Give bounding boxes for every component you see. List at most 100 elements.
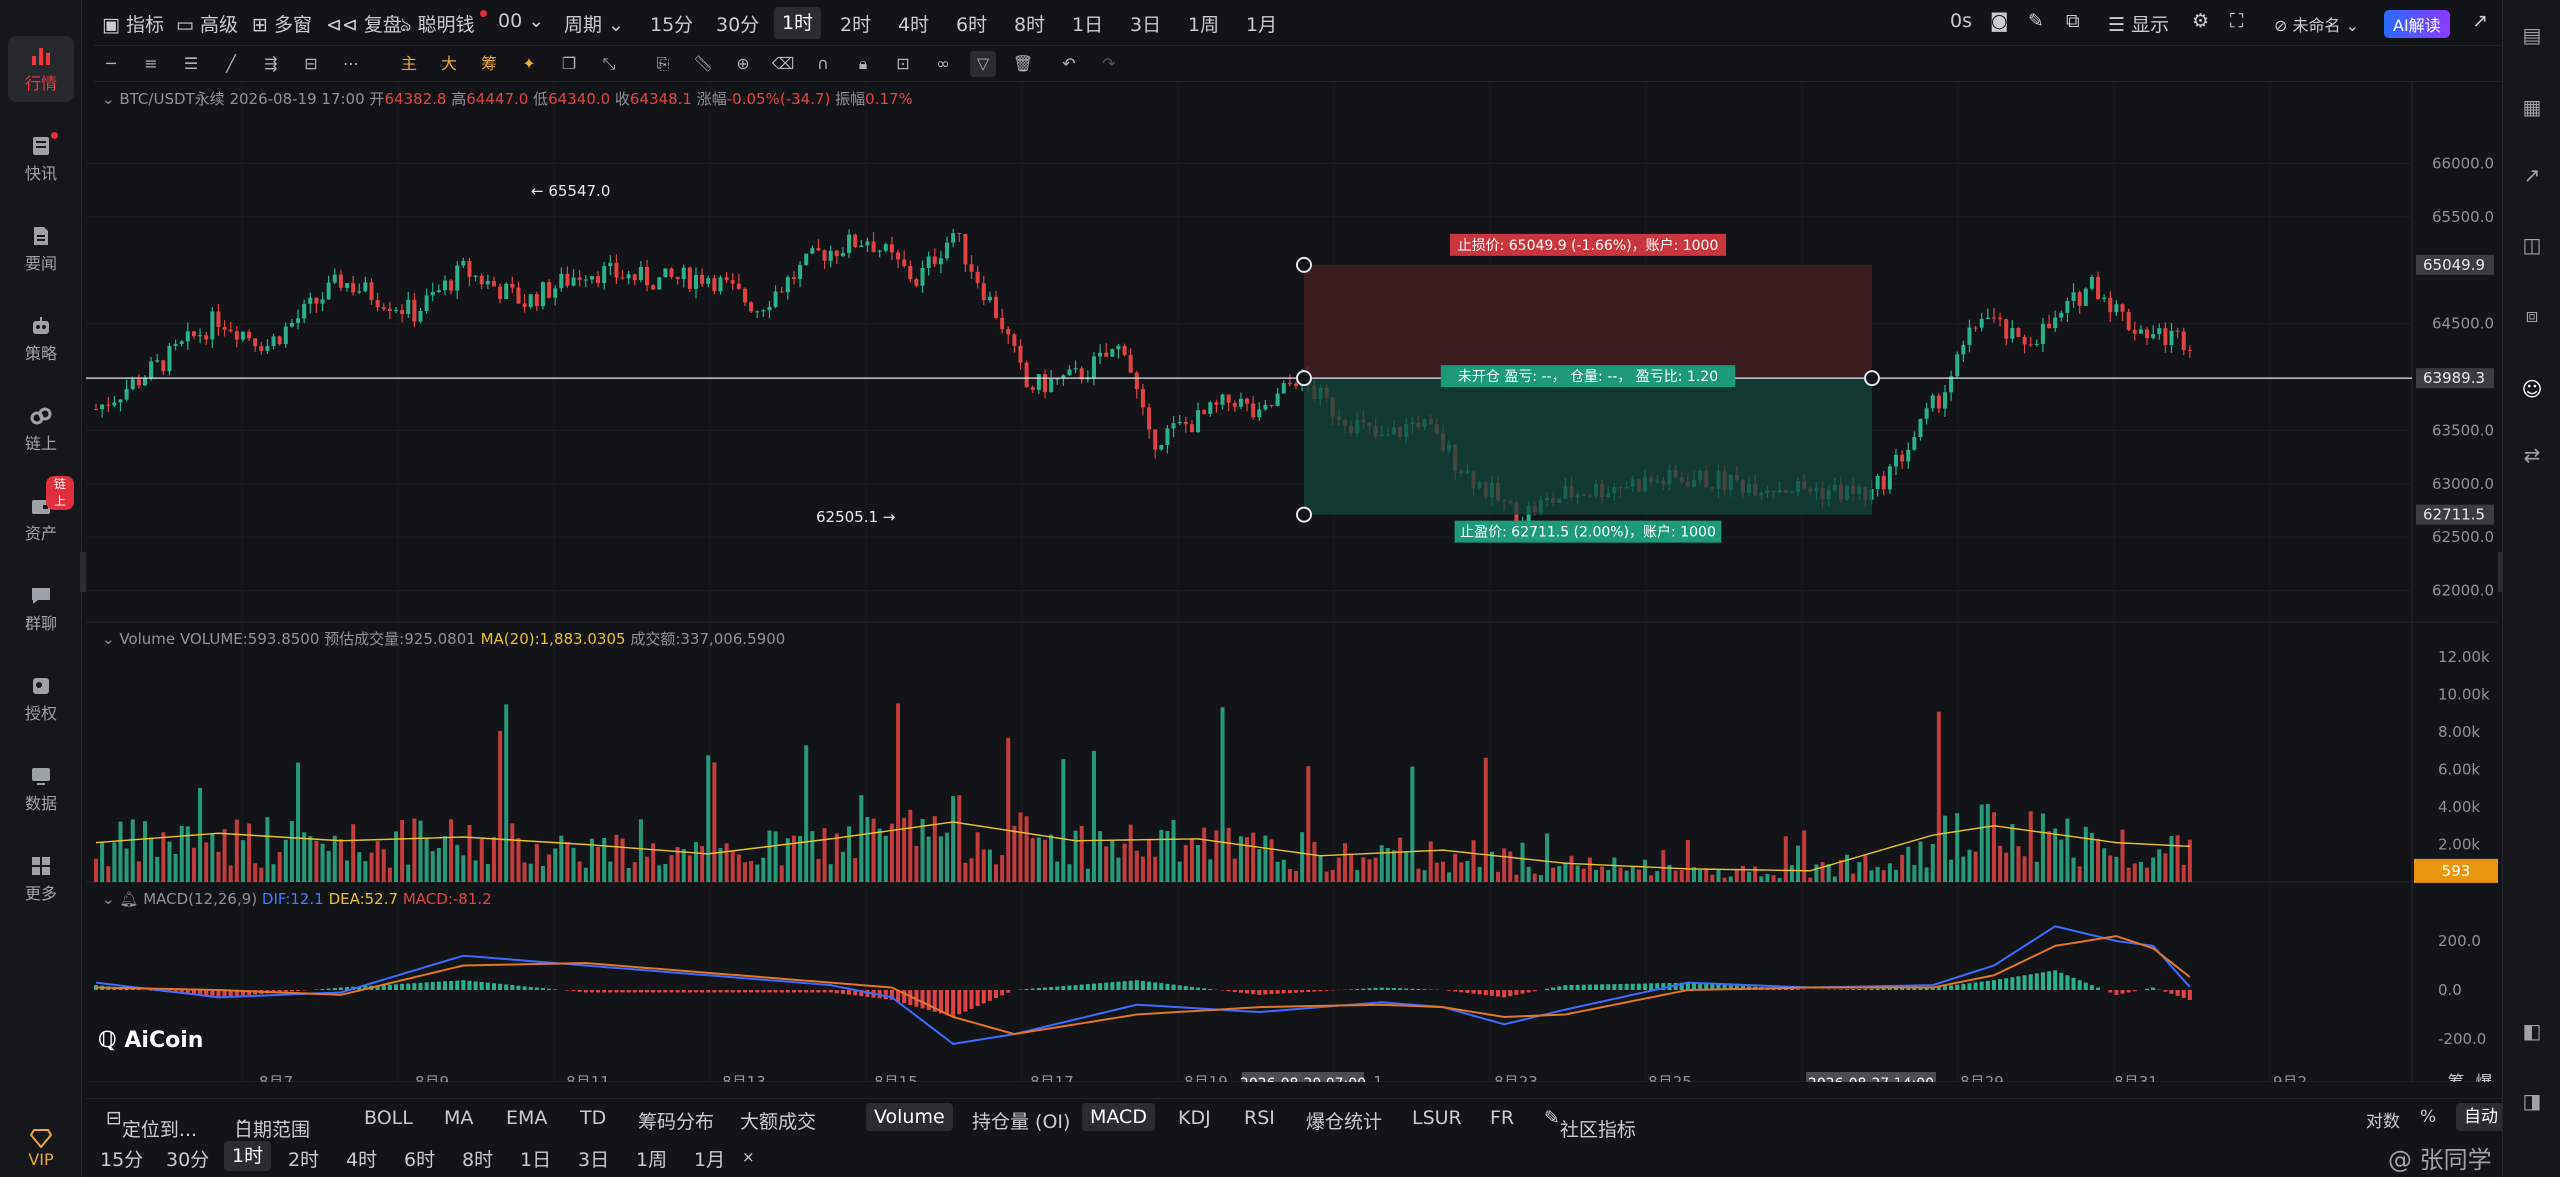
community-indicators-button[interactable]: ✎ 社区指标 bbox=[1544, 1107, 1636, 1141]
bottom-interval-1d[interactable]: 1日 bbox=[520, 1145, 551, 1172]
percent-scale-toggle[interactable]: % bbox=[2420, 1107, 2436, 1127]
multi-window-button[interactable]: ⊞ 多窗 bbox=[252, 10, 312, 37]
link-tools-icon[interactable]: ∞ bbox=[930, 51, 956, 77]
trend-line-icon[interactable]: ╱ bbox=[218, 51, 244, 77]
bottom-interval-30m[interactable]: 30分 bbox=[166, 1145, 209, 1172]
interval-6h[interactable]: 6时 bbox=[956, 10, 987, 37]
parallel-lines-icon[interactable]: ≡ bbox=[138, 51, 164, 77]
bell-icon[interactable]: 🔔︎ bbox=[119, 890, 138, 908]
indicator-ema[interactable]: EMA bbox=[506, 1107, 547, 1129]
bottom-interval-1mo[interactable]: 1月 bbox=[694, 1145, 725, 1172]
layout-name-dropdown[interactable]: ⊘ 未命名 ⌄ bbox=[2274, 12, 2359, 36]
chart-canvas[interactable]: 66000.0 65500.0 65049.9 64500.0 63989.3 63500… bbox=[86, 82, 2498, 1082]
big-trades-button[interactable]: 大 bbox=[436, 51, 462, 77]
template-icon[interactable]: ⊡ bbox=[890, 51, 916, 77]
log-scale-toggle[interactable]: 对数 bbox=[2366, 1107, 2400, 1132]
sub-indicator-oi[interactable]: 持仓量 (OI) bbox=[972, 1107, 1070, 1134]
position-handle[interactable] bbox=[1296, 506, 1312, 523]
gann-icon[interactable]: ⊟ bbox=[298, 51, 324, 77]
replay-button[interactable]: ⊲⊲ 复盘 bbox=[326, 10, 402, 37]
popout-icon[interactable]: ⧉ bbox=[2066, 10, 2080, 32]
sidebar-item-more[interactable]: 更多 bbox=[8, 846, 74, 912]
date-range-button[interactable]: 日期范围 ⌄ bbox=[234, 1107, 310, 1141]
chip-button[interactable]: 筹 bbox=[476, 51, 502, 77]
bottom-interval-4h[interactable]: 4时 bbox=[346, 1145, 377, 1172]
etf-icon[interactable]: ⧈ bbox=[2515, 298, 2549, 332]
more-tools-icon[interactable]: ⋯ bbox=[338, 51, 364, 77]
indicator-ma[interactable]: MA bbox=[444, 1107, 473, 1129]
sidebar-item-news-flash[interactable]: 快讯 bbox=[8, 126, 74, 192]
pen-icon[interactable]: ✎ bbox=[2028, 10, 2044, 32]
magnet-icon[interactable]: ∩ bbox=[810, 51, 836, 77]
interval-15m[interactable]: 15分 bbox=[650, 10, 693, 37]
bottom-interval-1h[interactable]: 1时 bbox=[224, 1141, 272, 1171]
interval-1w[interactable]: 1周 bbox=[1188, 10, 1219, 37]
interval-8h[interactable]: 8时 bbox=[1014, 10, 1045, 37]
undo-icon[interactable]: ↶ bbox=[1056, 51, 1082, 77]
ai-interpret-button[interactable]: AI解读 bbox=[2384, 10, 2450, 38]
collapse-icon[interactable]: ⌄ bbox=[102, 890, 115, 908]
fullscreen-icon[interactable]: ⛶ bbox=[2230, 10, 2243, 32]
interval-1d[interactable]: 1日 bbox=[1072, 10, 1103, 37]
sidebar-item-headlines[interactable]: 要闻 bbox=[8, 216, 74, 282]
zoom-icon[interactable]: ⊕ bbox=[730, 51, 756, 77]
layers-icon[interactable]: ❐ bbox=[556, 51, 582, 77]
sub-indicator-rsi[interactable]: RSI bbox=[1244, 1107, 1275, 1129]
horizontal-line-icon[interactable]: ─ bbox=[98, 51, 124, 77]
panel-expand-icon[interactable]: ◨ bbox=[2515, 1084, 2549, 1118]
bottom-interval-3d[interactable]: 3日 bbox=[578, 1145, 609, 1172]
indicator-large-trades[interactable]: 大额成交 bbox=[740, 1107, 816, 1134]
trend-icon[interactable]: ↗ bbox=[2515, 158, 2549, 192]
sidebar-item-assets[interactable]: 资产 链上 bbox=[8, 476, 74, 552]
magic-icon[interactable]: ✦ bbox=[516, 51, 542, 77]
indicators-button[interactable]: ▣ 指标 bbox=[102, 10, 164, 37]
indicator-td[interactable]: TD bbox=[580, 1107, 606, 1129]
bottom-interval-1w[interactable]: 1周 bbox=[636, 1145, 667, 1172]
main-chart-button[interactable]: 主 bbox=[396, 51, 422, 77]
sub-indicator-volume[interactable]: Volume bbox=[866, 1103, 953, 1131]
display-button[interactable]: ☰ 显示 bbox=[2108, 10, 2169, 37]
measure-icon[interactable]: ⤡ bbox=[596, 51, 622, 77]
share-icon[interactable]: ↗ bbox=[2472, 10, 2488, 32]
interval-1h[interactable]: 1时 bbox=[774, 7, 822, 39]
exchange-icon[interactable]: ⇄ bbox=[2515, 438, 2549, 472]
panel-toggle-icon[interactable]: ◧ bbox=[2515, 1014, 2549, 1048]
copy-icon[interactable]: ⎘ bbox=[650, 51, 676, 77]
sidebar-item-authorize[interactable]: 授权 bbox=[8, 666, 74, 732]
sub-indicator-fr[interactable]: FR bbox=[1490, 1107, 1514, 1129]
position-handle[interactable] bbox=[1864, 370, 1880, 387]
interval-3d[interactable]: 3日 bbox=[1130, 10, 1161, 37]
market-depth-icon[interactable]: ◫ bbox=[2515, 228, 2549, 262]
eraser-icon[interactable]: ⌫ bbox=[770, 51, 796, 77]
sidebar-item-group-chat[interactable]: 群聊 bbox=[8, 576, 74, 642]
bottom-interval-6h[interactable]: 6时 bbox=[404, 1145, 435, 1172]
sub-indicator-macd[interactable]: MACD bbox=[1082, 1103, 1155, 1131]
bottom-interval-15m[interactable]: 15分 bbox=[100, 1145, 143, 1172]
channel-icon[interactable]: ⇶ bbox=[258, 51, 284, 77]
redo-icon[interactable]: ↷ bbox=[1096, 51, 1122, 77]
sidebar-item-data[interactable]: 数据 bbox=[8, 756, 74, 822]
collapse-icon[interactable]: ⌄ bbox=[102, 90, 115, 108]
indicator-chip-distribution[interactable]: 筹码分布 bbox=[638, 1107, 714, 1134]
auto-scale-toggle[interactable]: 自动 bbox=[2456, 1103, 2506, 1131]
collapse-icon[interactable]: ⌄ bbox=[102, 630, 115, 648]
sub-indicator-liquidations[interactable]: 爆仓统计 bbox=[1306, 1107, 1382, 1134]
interval-4h[interactable]: 4时 bbox=[898, 10, 929, 37]
bottom-interval-8h[interactable]: 8时 bbox=[462, 1145, 493, 1172]
interval-1mo[interactable]: 1月 bbox=[1246, 10, 1277, 37]
sub-indicator-kdj[interactable]: KDJ bbox=[1178, 1107, 1211, 1129]
orders-icon[interactable]: ▤ bbox=[2515, 18, 2549, 52]
close-icon[interactable]: × bbox=[742, 1148, 755, 1166]
camera-icon[interactable]: ◙ bbox=[1990, 10, 2008, 32]
bot-icon[interactable]: ☺ bbox=[2515, 372, 2549, 406]
position-handle[interactable] bbox=[1296, 370, 1312, 387]
more-indicators-button[interactable]: 00 ⌄ bbox=[498, 10, 544, 32]
bottom-interval-2h[interactable]: 2时 bbox=[288, 1145, 319, 1172]
filter-icon[interactable]: ▽ bbox=[970, 51, 996, 77]
ruler-icon[interactable]: 📏︎ bbox=[690, 51, 716, 77]
position-handle[interactable] bbox=[1296, 256, 1312, 273]
calendar-icon[interactable]: ▦ bbox=[2515, 90, 2549, 124]
chart-collapse-handle-left[interactable] bbox=[80, 552, 86, 592]
interval-30m[interactable]: 30分 bbox=[716, 10, 759, 37]
sidebar-item-onchain[interactable]: 链上 bbox=[8, 396, 74, 462]
